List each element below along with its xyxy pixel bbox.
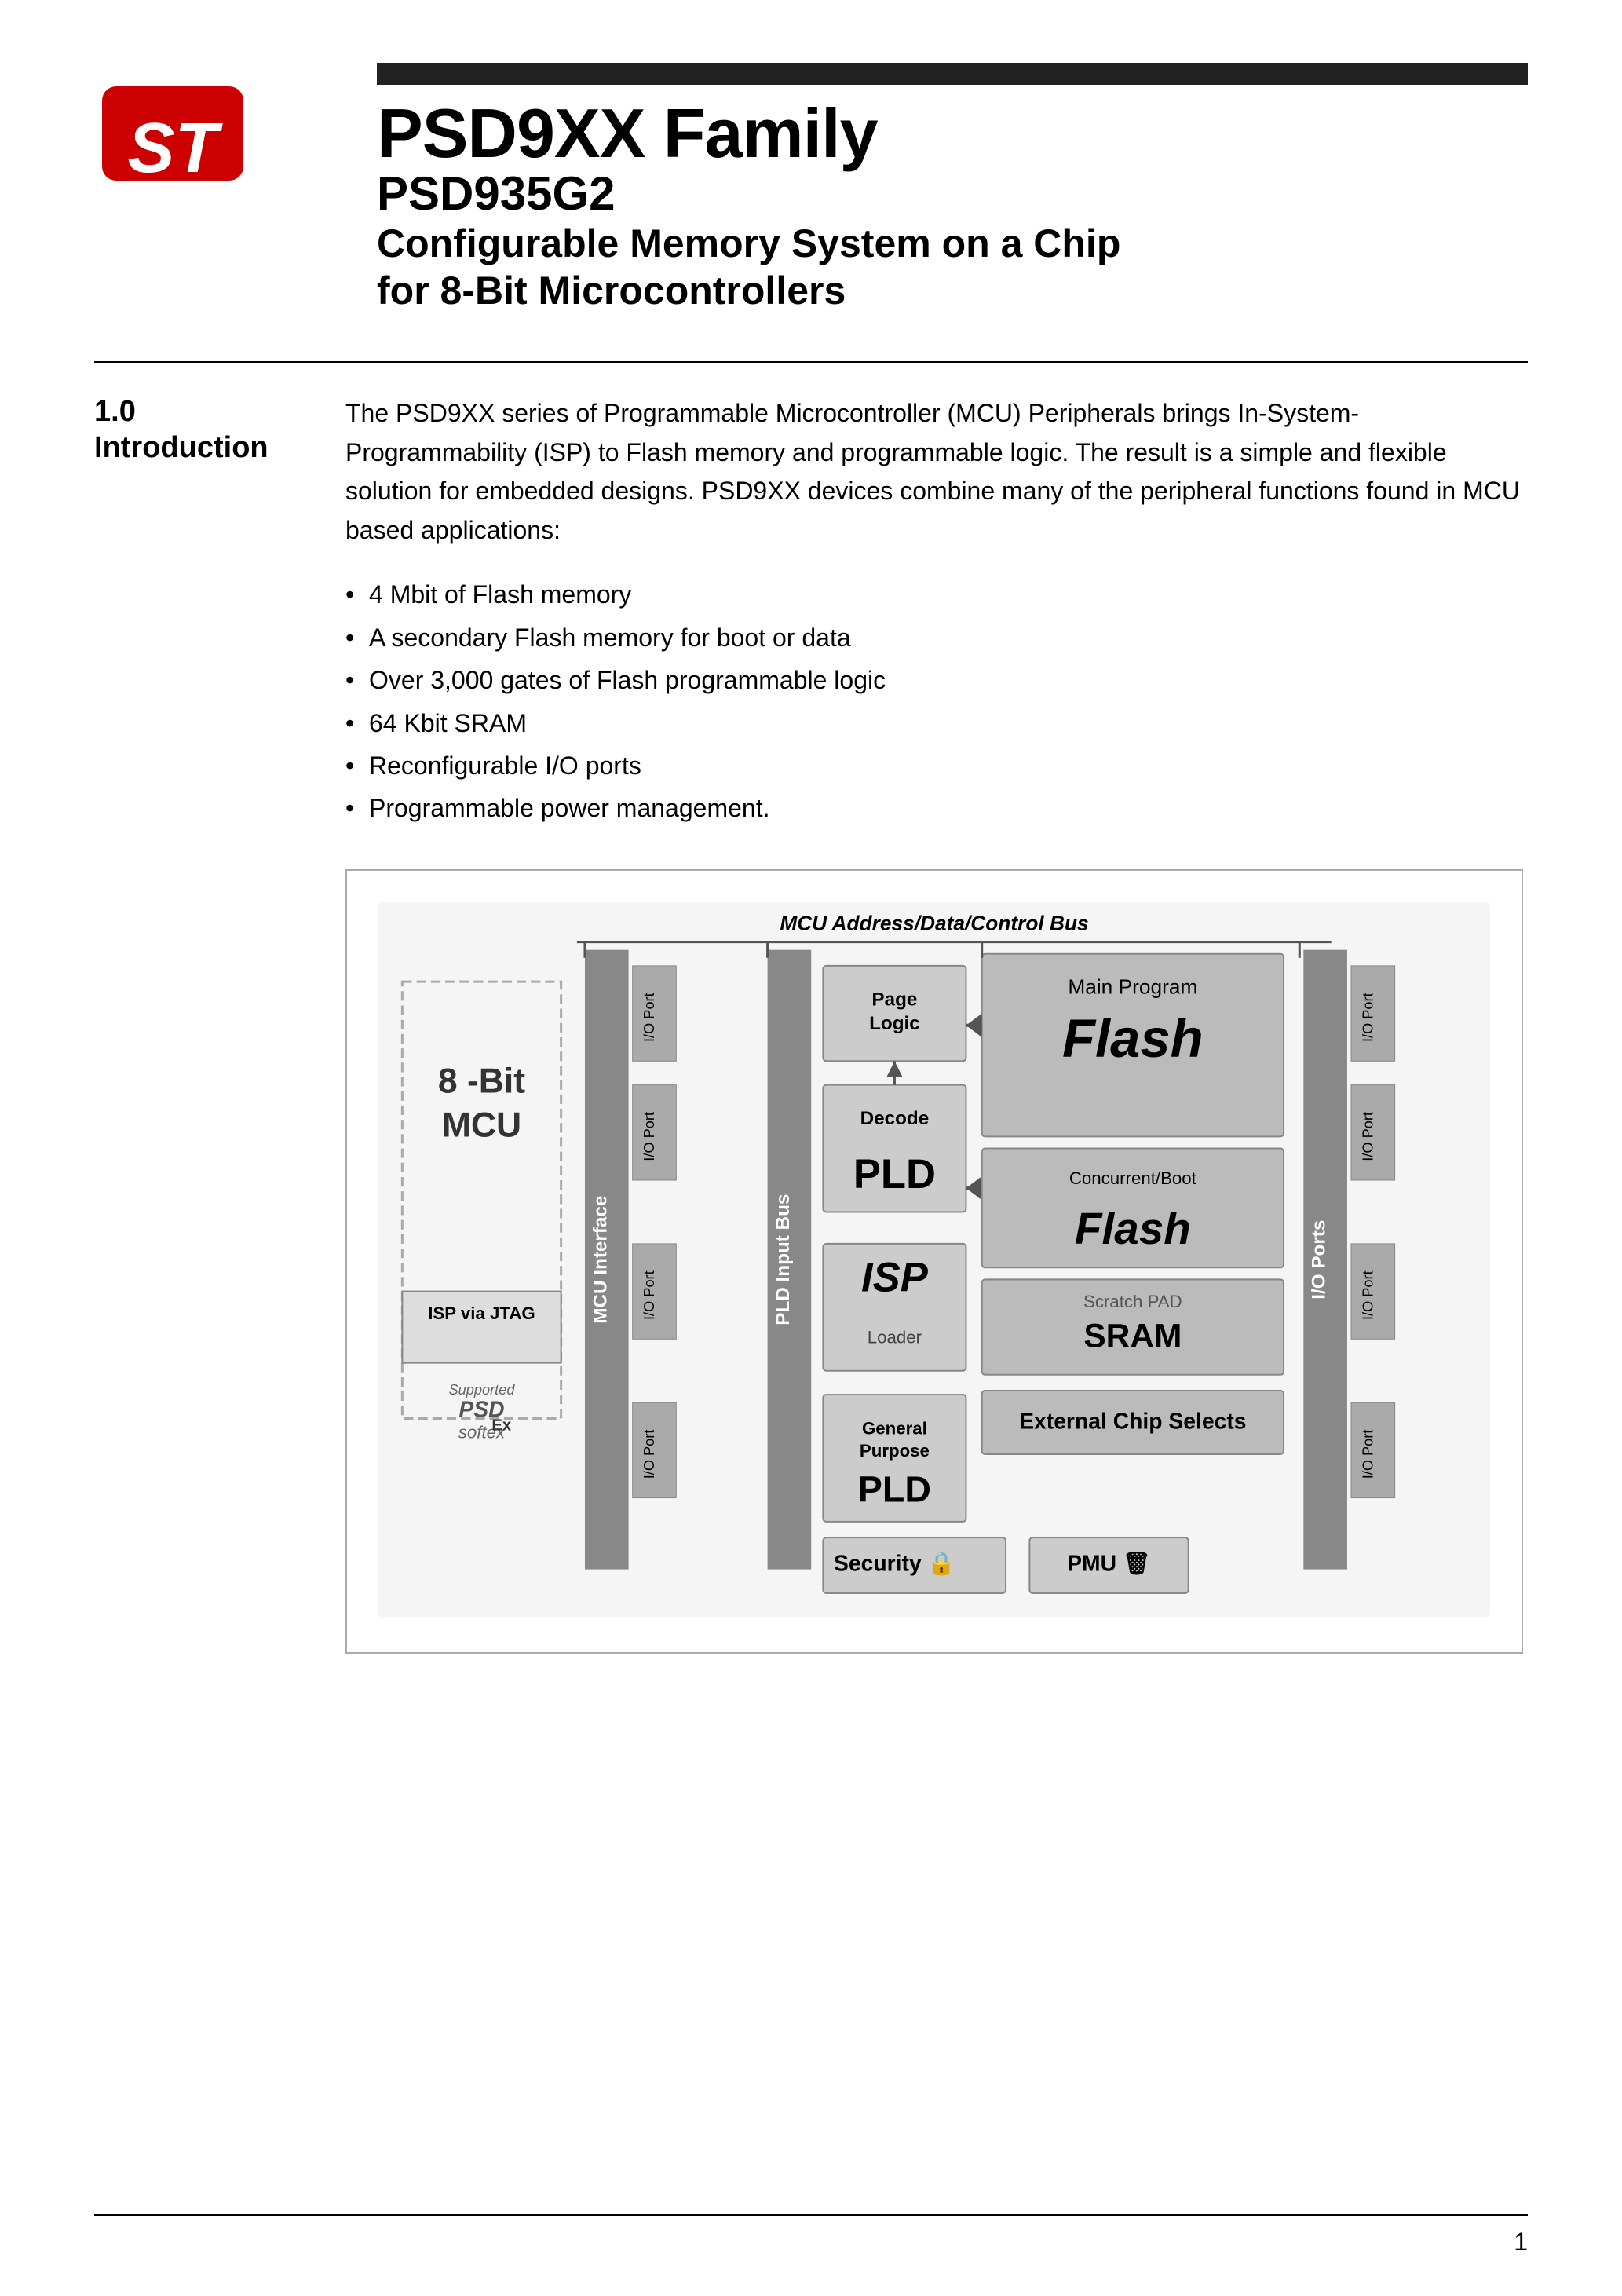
diagram-svg: MCU Address/Data/Control Bus 8 -Bit MCU … — [378, 902, 1490, 1617]
svg-text:Concurrent/Boot: Concurrent/Boot — [1069, 1168, 1197, 1188]
svg-text:Logic: Logic — [869, 1013, 920, 1034]
svg-text:MCU Interface: MCU Interface — [590, 1195, 611, 1323]
page-number: 1 — [1514, 2228, 1528, 2257]
svg-text:ST: ST — [127, 109, 223, 188]
svg-text:I/O Port: I/O Port — [641, 993, 657, 1042]
svg-text:SRAM: SRAM — [1083, 1317, 1182, 1354]
list-item: A secondary Flash memory for boot or dat… — [345, 616, 1528, 659]
svg-text:PLD: PLD — [853, 1151, 936, 1197]
svg-text:Scratch PAD: Scratch PAD — [1083, 1292, 1182, 1311]
page: ST PSD9XX Family PSD935G2 Configurable M… — [0, 0, 1622, 2296]
svg-text:PLD: PLD — [858, 1468, 931, 1509]
section-label: 1.0 Introduction — [94, 394, 298, 830]
svg-text:General: General — [862, 1418, 927, 1438]
logo-area: ST — [94, 79, 314, 192]
svg-text:Decode: Decode — [860, 1108, 930, 1129]
svg-text:I/O Port: I/O Port — [641, 1112, 657, 1161]
svg-text:Security 🔒: Security 🔒 — [834, 1550, 955, 1576]
svg-text:Flash: Flash — [1075, 1205, 1191, 1254]
product-number: PSD935G2 — [377, 168, 1528, 220]
svg-text:MCU: MCU — [442, 1106, 521, 1144]
header-bar — [377, 63, 1528, 85]
svg-text:8 -Bit: 8 -Bit — [438, 1062, 525, 1100]
svg-text:Main Program: Main Program — [1068, 974, 1197, 998]
svg-text:MCU Address/Data/Control Bus: MCU Address/Data/Control Bus — [780, 911, 1088, 934]
svg-text:Ex: Ex — [491, 1417, 511, 1434]
header: ST PSD9XX Family PSD935G2 Configurable M… — [94, 63, 1528, 314]
svg-text:I/O Port: I/O Port — [641, 1270, 657, 1320]
svg-text:PMU 🗑: PMU 🗑 — [1067, 1550, 1151, 1575]
svg-text:ISP via JTAG: ISP via JTAG — [428, 1303, 535, 1323]
svg-text:Loader: Loader — [868, 1327, 922, 1347]
svg-text:ISP: ISP — [861, 1254, 929, 1300]
svg-text:PLD Input Bus: PLD Input Bus — [773, 1194, 794, 1325]
intro-text: The PSD9XX series of Programmable Microc… — [345, 394, 1528, 550]
product-subtitle: Configurable Memory System on a Chip for… — [377, 220, 1528, 314]
list-item: Over 3,000 gates of Flash programmable l… — [345, 659, 1528, 701]
st-logo: ST — [94, 79, 251, 188]
section-number: 1.0 — [94, 394, 298, 430]
product-family: PSD9XX Family — [377, 99, 1528, 168]
svg-text:Flash: Flash — [1062, 1008, 1204, 1069]
svg-text:I/O Port: I/O Port — [1360, 1112, 1375, 1161]
svg-text:I/O Port: I/O Port — [1360, 993, 1375, 1042]
content-section: 1.0 Introduction The PSD9XX series of Pr… — [94, 394, 1528, 830]
svg-text:Supported: Supported — [449, 1382, 516, 1398]
footer: 1 — [94, 2214, 1528, 2257]
list-item: 4 Mbit of Flash memory — [345, 573, 1528, 616]
section-content: The PSD9XX series of Programmable Microc… — [345, 394, 1528, 830]
section-title: Introduction — [94, 430, 298, 466]
svg-text:I/O Ports: I/O Ports — [1309, 1219, 1330, 1299]
list-item: 64 Kbit SRAM — [345, 702, 1528, 744]
svg-text:External Chip Selects: External Chip Selects — [1019, 1408, 1246, 1433]
block-diagram: MCU Address/Data/Control Bus 8 -Bit MCU … — [345, 869, 1523, 1654]
svg-text:I/O Port: I/O Port — [1360, 1270, 1375, 1320]
svg-text:I/O Port: I/O Port — [641, 1429, 657, 1479]
section-divider — [94, 361, 1528, 363]
bullet-list: 4 Mbit of Flash memory A secondary Flash… — [345, 573, 1528, 829]
svg-text:I/O Port: I/O Port — [1360, 1429, 1375, 1479]
list-item: Reconfigurable I/O ports — [345, 744, 1528, 787]
svg-text:Purpose: Purpose — [860, 1441, 930, 1461]
list-item: Programmable power management. — [345, 787, 1528, 829]
title-area: PSD9XX Family PSD935G2 Configurable Memo… — [314, 63, 1528, 314]
svg-text:Page: Page — [871, 989, 917, 1010]
